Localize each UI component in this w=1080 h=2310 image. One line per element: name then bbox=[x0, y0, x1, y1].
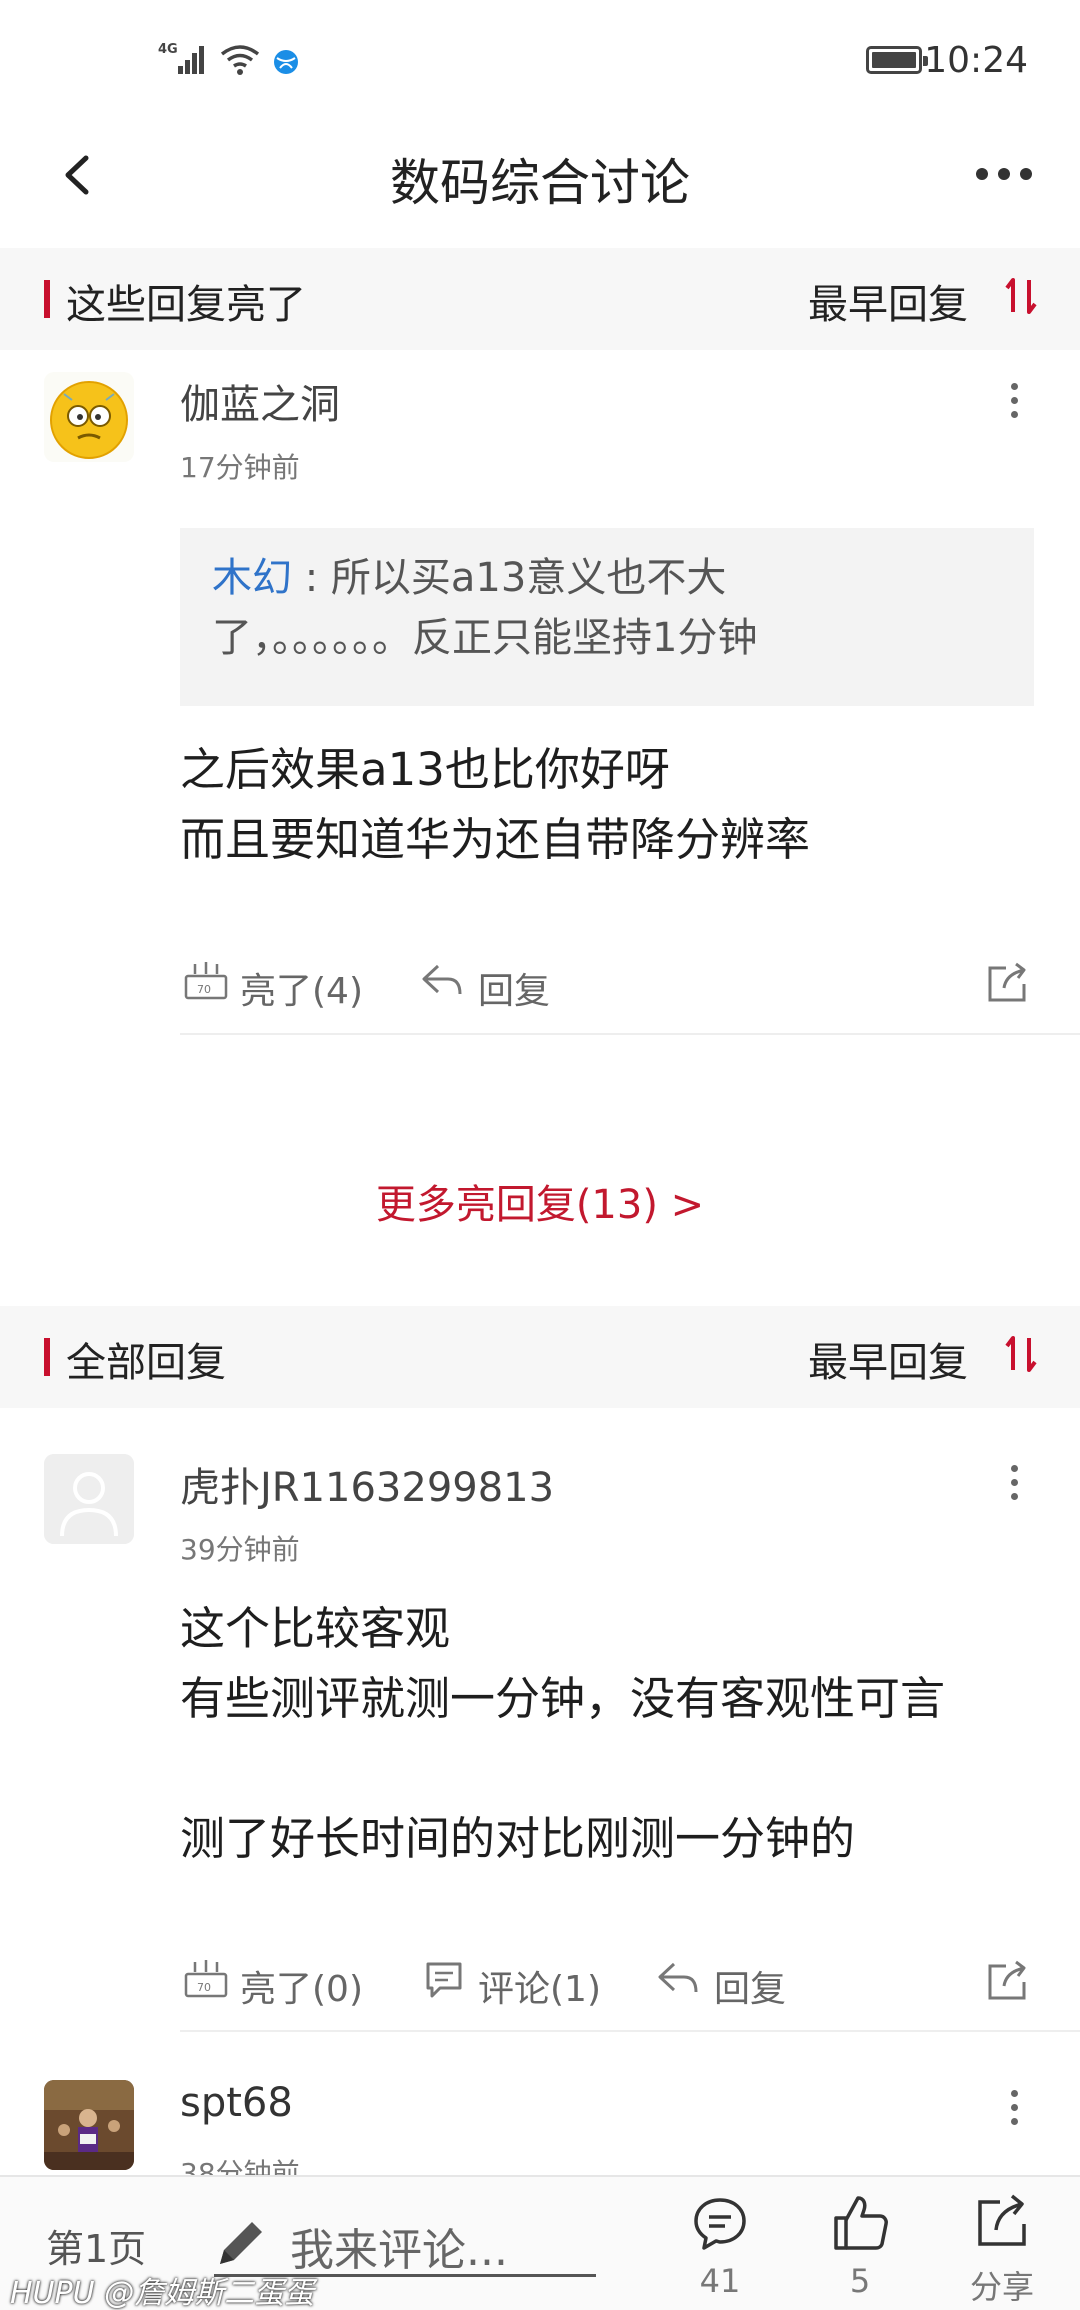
post-time: 39分钟前 bbox=[180, 1533, 300, 1566]
light-replies-header: 这些回复亮了 最早回复 bbox=[0, 248, 1080, 350]
avatar[interactable] bbox=[44, 2080, 134, 2170]
comment-count: 41 bbox=[699, 2262, 741, 2300]
pencil-icon[interactable] bbox=[214, 2216, 268, 2270]
share-icon[interactable] bbox=[974, 2192, 1030, 2250]
sort-button[interactable]: 最早回复 bbox=[808, 272, 968, 330]
post-content: 之后效果a13也比你好呀 而且要知道华为还自带降分辨率 bbox=[180, 735, 810, 875]
light-icon[interactable]: 70 bbox=[183, 1958, 229, 2000]
post-menu-icon[interactable] bbox=[1011, 1465, 1018, 1507]
page-title: 数码综合讨论 bbox=[390, 154, 690, 212]
reply-icon[interactable] bbox=[420, 960, 464, 1000]
content-line: 有些测评就测一分钟，没有客观性可言 bbox=[180, 1672, 946, 1725]
username[interactable]: 伽蓝之洞 bbox=[180, 372, 340, 430]
like-count: 5 bbox=[849, 2262, 871, 2300]
quote-text-line2: 了，。。。。。。反正只能坚持1分钟 bbox=[212, 615, 758, 661]
light-button[interactable]: 亮了(0) bbox=[240, 1960, 363, 2012]
svg-text:4G: 4G bbox=[158, 42, 178, 57]
cellular-signal-icon: 4G bbox=[158, 40, 208, 76]
more-options-icon[interactable] bbox=[976, 168, 1034, 180]
vpn-globe-icon bbox=[272, 48, 300, 76]
all-replies-label: 全部回复 bbox=[66, 1340, 226, 1386]
username[interactable]: spt68 bbox=[180, 2080, 293, 2126]
post-menu-icon[interactable] bbox=[1011, 2090, 1018, 2132]
light-button[interactable]: 亮了(4) bbox=[240, 962, 363, 1014]
post-time: 17分钟前 bbox=[180, 451, 300, 484]
sort-icon[interactable] bbox=[1004, 276, 1038, 316]
content-line: 这个比较客观 bbox=[180, 1602, 451, 1655]
page-indicator[interactable]: 第1页 bbox=[46, 2218, 146, 2273]
reply-button[interactable]: 回复 bbox=[478, 962, 550, 1014]
divider bbox=[180, 1033, 1080, 1035]
light-replies-label: 这些回复亮了 bbox=[66, 282, 306, 328]
status-time: 10:24 bbox=[924, 40, 1028, 81]
share-label[interactable]: 分享 bbox=[962, 2262, 1042, 2308]
divider bbox=[180, 2030, 1080, 2032]
reply-button[interactable]: 回复 bbox=[714, 1960, 786, 2012]
avatar[interactable] bbox=[44, 1454, 134, 1544]
like-icon[interactable] bbox=[830, 2194, 890, 2252]
comment-count-icon[interactable] bbox=[692, 2196, 748, 2252]
content-line: 之后效果a13也比你好呀 bbox=[180, 743, 670, 796]
share-icon[interactable] bbox=[984, 1958, 1030, 2002]
watermark: HUPU @詹姆斯二蛋蛋 bbox=[10, 2276, 315, 2310]
reply-icon[interactable] bbox=[656, 1958, 700, 1998]
svg-text:70: 70 bbox=[197, 1981, 211, 1994]
light-icon[interactable]: 70 bbox=[183, 960, 229, 1002]
wifi-icon bbox=[220, 44, 260, 76]
quote-text-line1: 所以买a13意义也不大 bbox=[330, 555, 727, 601]
battery-icon bbox=[866, 46, 928, 74]
avatar[interactable] bbox=[44, 372, 134, 462]
section-marker bbox=[44, 1338, 50, 1376]
svg-text:70: 70 bbox=[197, 983, 211, 996]
sort-icon[interactable] bbox=[1004, 1334, 1038, 1374]
post-menu-icon[interactable] bbox=[1011, 383, 1018, 425]
section-marker bbox=[44, 280, 50, 318]
all-replies-header: 全部回复 最早回复 bbox=[0, 1306, 1080, 1408]
quote-author[interactable]: 木幻 bbox=[212, 555, 292, 601]
share-icon[interactable] bbox=[984, 960, 1030, 1004]
post-content: 这个比较客观 有些测评就测一分钟，没有客观性可言 测了好长时间的对比刚测一分钟的 bbox=[180, 1594, 945, 1874]
username[interactable]: 虎扑JR1163299813 bbox=[180, 1455, 554, 1513]
sort-button[interactable]: 最早回复 bbox=[808, 1330, 968, 1388]
status-bar: 4G 10:24 bbox=[0, 0, 1080, 125]
comment-button[interactable]: 评论(1) bbox=[478, 1960, 601, 2012]
content-line: 测了好长时间的对比刚测一分钟的 bbox=[180, 1812, 856, 1865]
quoted-reply[interactable]: 木幻 : 所以买a13意义也不大 了，。。。。。。反正只能坚持1分钟 bbox=[180, 528, 1034, 706]
comment-icon[interactable] bbox=[424, 1960, 464, 2000]
quote-separator: : bbox=[292, 555, 331, 601]
more-light-replies-link[interactable]: 更多亮回复(13) > bbox=[0, 1172, 1080, 1230]
content-line: 而且要知道华为还自带降分辨率 bbox=[180, 813, 811, 866]
comment-input[interactable]: 我来评论... bbox=[290, 2214, 508, 2278]
